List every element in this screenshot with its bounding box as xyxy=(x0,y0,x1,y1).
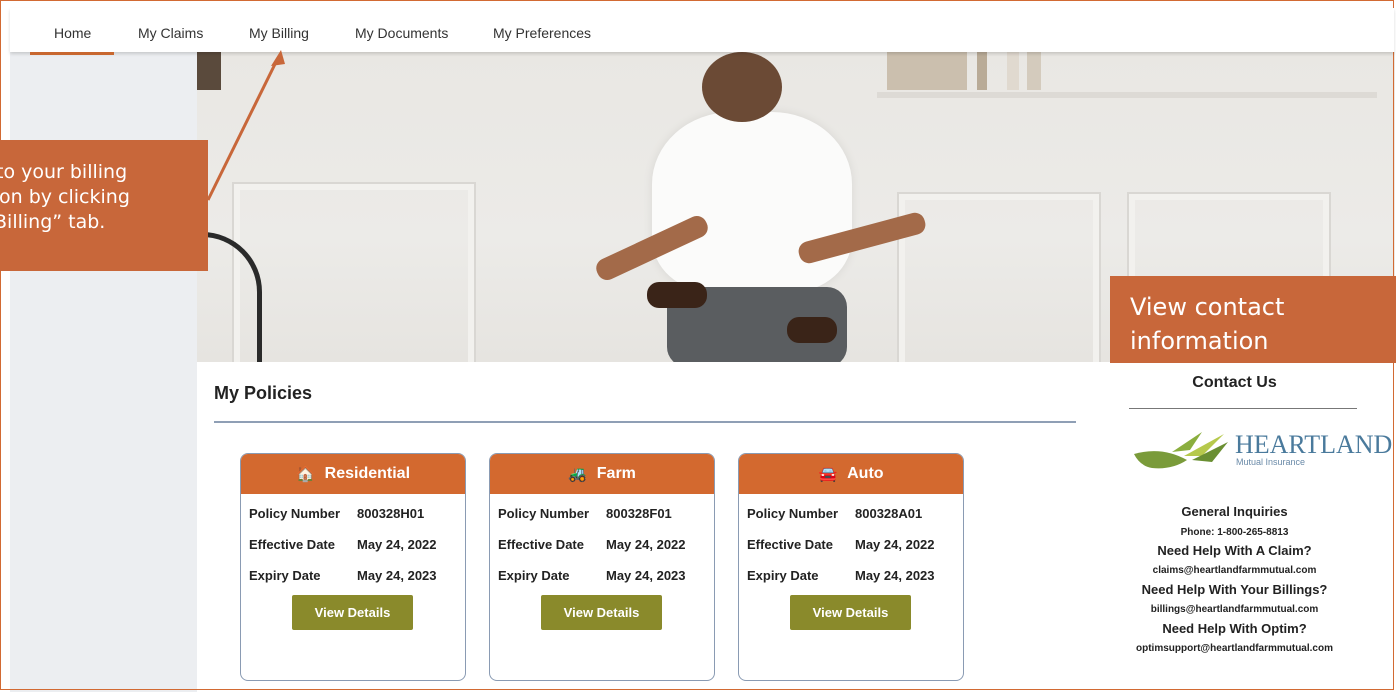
callout-arrow-icon xyxy=(206,50,285,201)
